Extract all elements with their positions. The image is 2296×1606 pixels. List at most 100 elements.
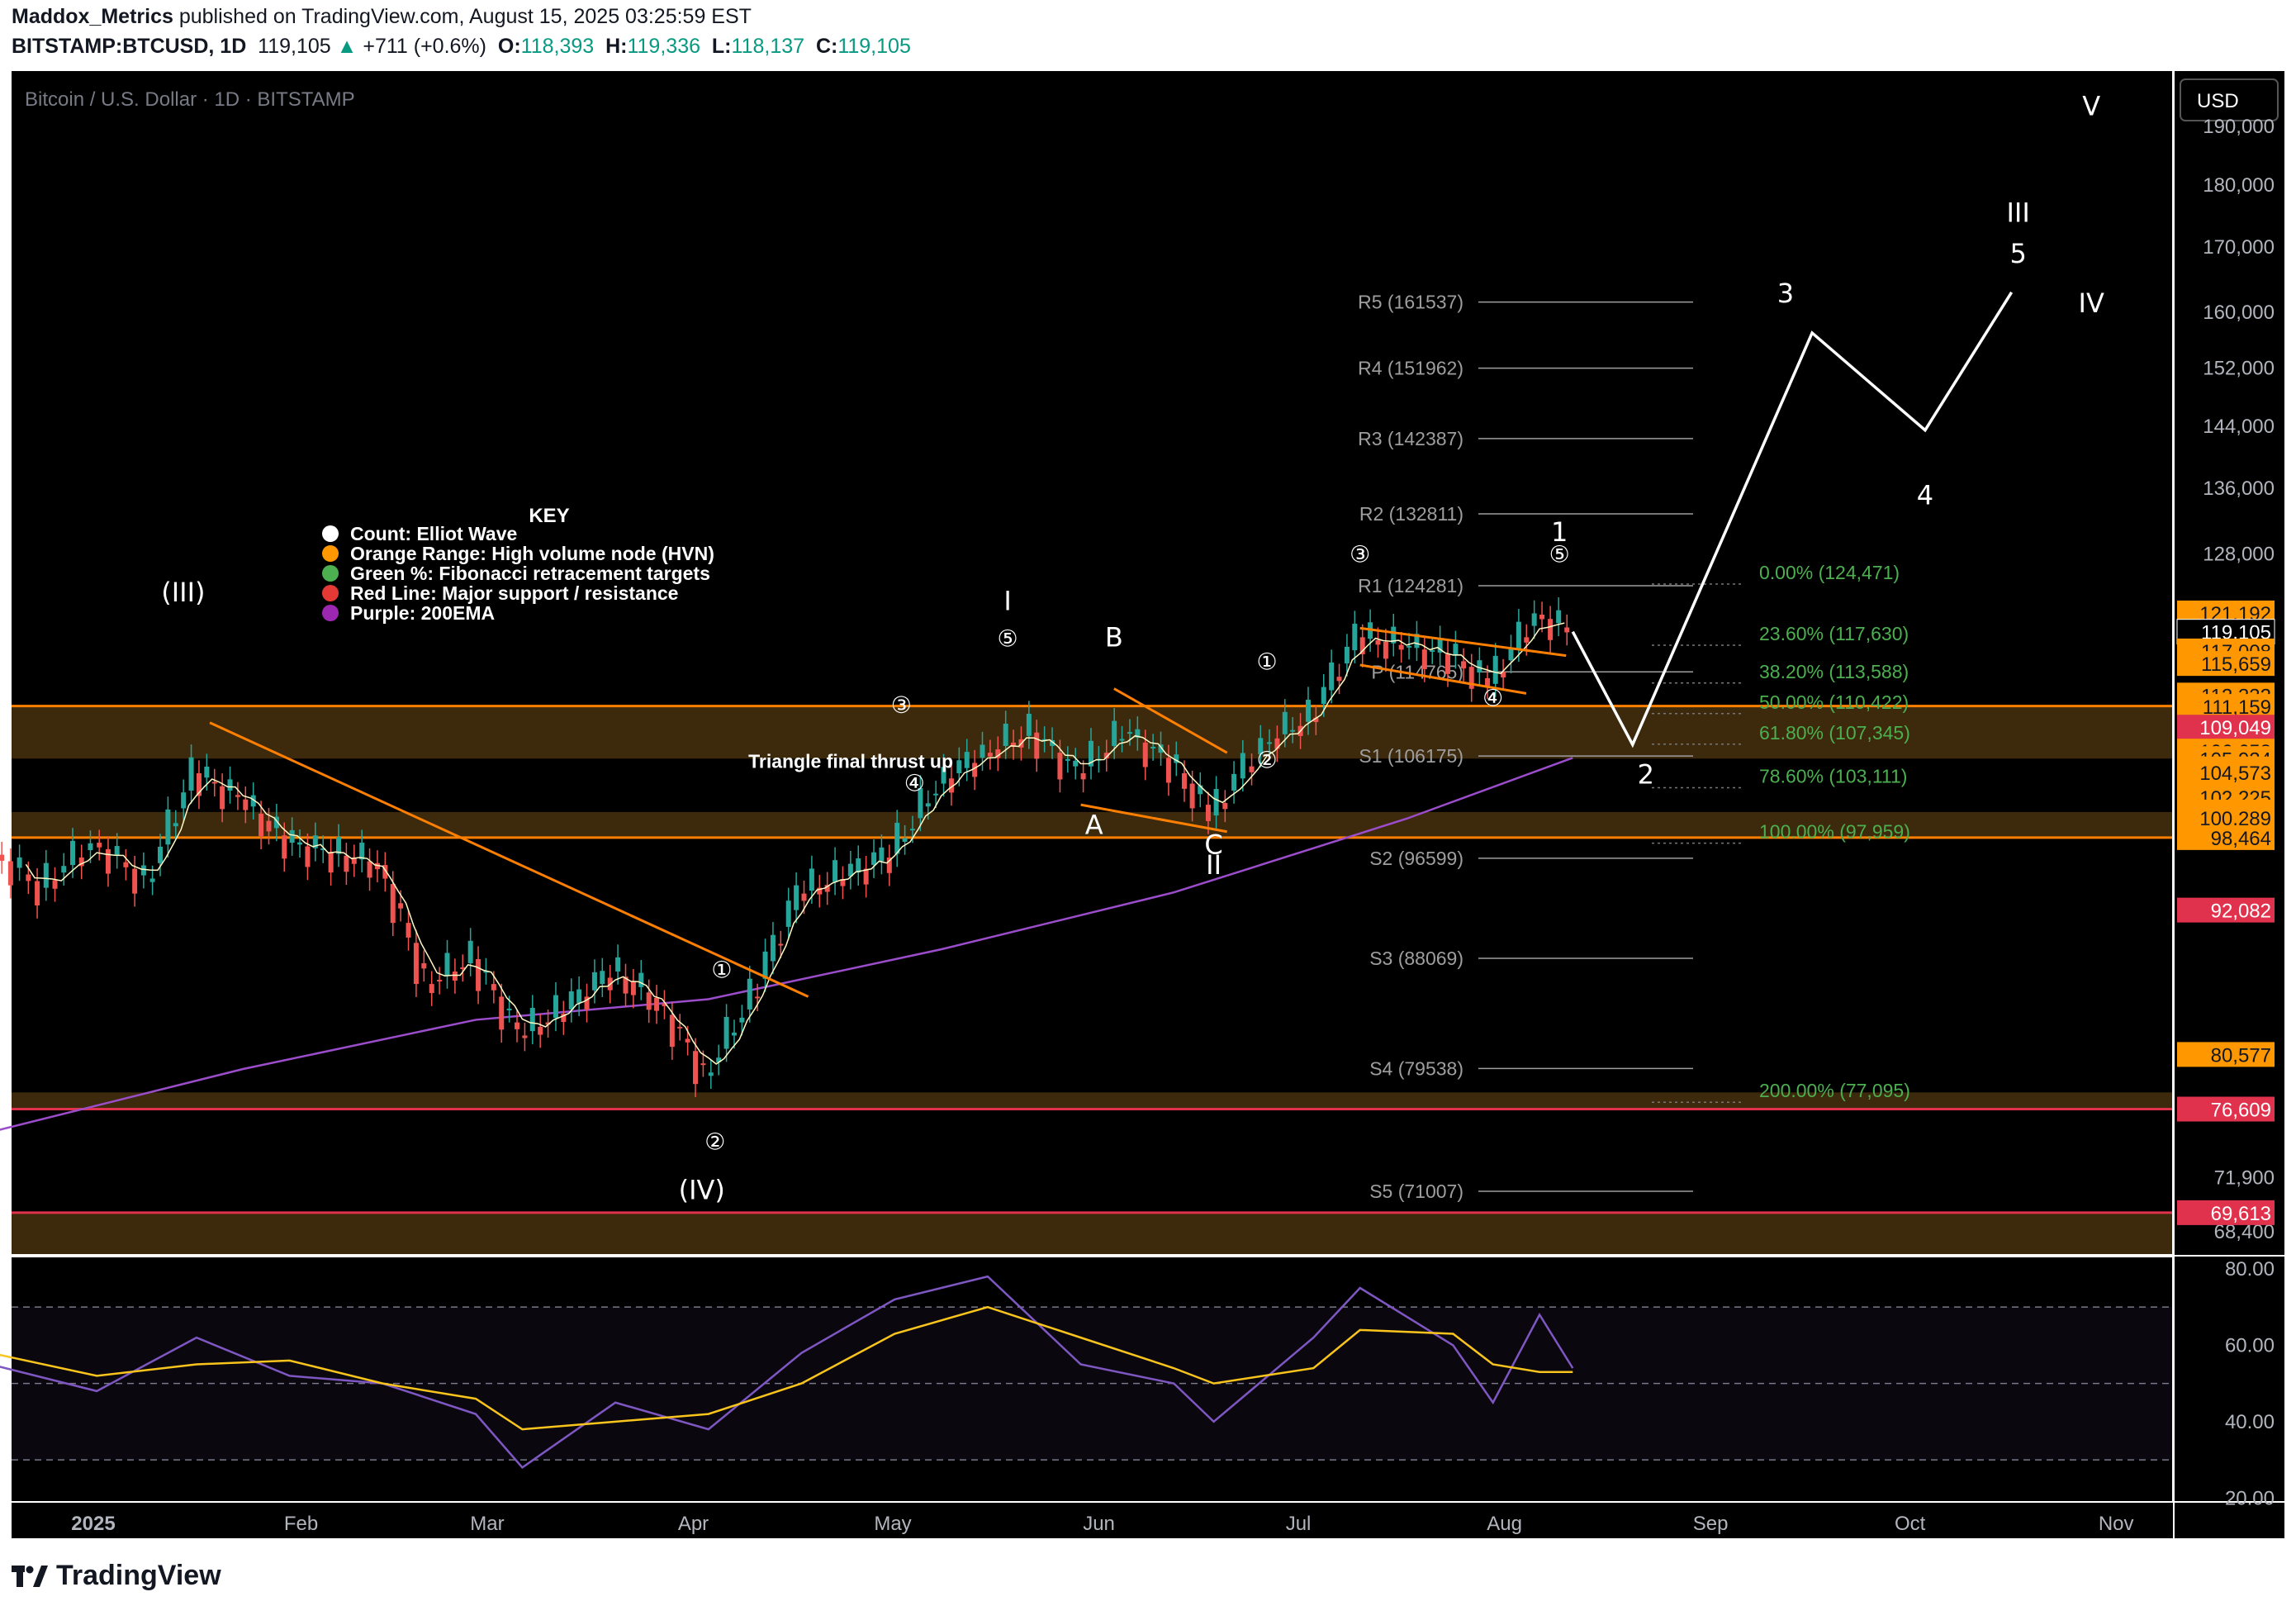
candle-body (476, 958, 481, 991)
candle-body (123, 862, 129, 867)
rsi-band (12, 1307, 2172, 1461)
time-axis[interactable] (12, 1502, 2284, 1538)
candle-body (1531, 613, 1537, 626)
candle-body (149, 878, 155, 882)
price-label-text: 98,464 (2211, 828, 2271, 850)
candle-body (328, 852, 334, 873)
candle-body (235, 795, 240, 797)
time-tick: Jul (1286, 1513, 1312, 1535)
candle-body (755, 996, 761, 999)
subwave-label: ② (704, 1128, 725, 1155)
price-tick: 160,000 (2203, 302, 2275, 324)
candle-body (132, 868, 138, 894)
rsi-tick: 60.00 (2225, 1334, 2275, 1357)
key-item: Red Line: Major support / resistance (350, 582, 678, 604)
wave-label: I (1003, 586, 1011, 617)
candle-body (105, 848, 111, 874)
rsi-tick: 40.00 (2225, 1411, 2275, 1433)
subwave-label: ① (1256, 649, 1277, 676)
candle-body (693, 1051, 699, 1085)
candle-body (762, 951, 768, 979)
candle-body (1003, 723, 1008, 746)
pivot-label: R1 (124281) (1358, 575, 1463, 596)
candle-body (421, 962, 427, 969)
price-tick: 152,000 (2203, 357, 2275, 379)
price-tick: 136,000 (2203, 478, 2275, 500)
candle-body (1080, 772, 1086, 780)
key-dot-icon (322, 605, 339, 621)
candle-body (243, 799, 249, 810)
candle-body (863, 868, 869, 885)
candle-body (700, 1063, 706, 1066)
candle-body (615, 957, 621, 972)
candle-body (1222, 802, 1228, 810)
candle-body (1539, 615, 1545, 620)
candle-body (26, 874, 31, 881)
candle-body (685, 1038, 690, 1043)
candle-body (871, 852, 877, 866)
wave-label: 4 (1917, 479, 1933, 511)
candle-body (1305, 699, 1311, 722)
key-item: Green %: Fibonacci retracement targets (350, 563, 710, 584)
price-label-text: 104,573 (2199, 763, 2271, 785)
pivot-label: S2 (96599) (1369, 848, 1463, 869)
candle-body (964, 752, 970, 768)
candle-body (165, 809, 171, 845)
candle-body (114, 846, 120, 856)
wave-label: 3 (1777, 278, 1794, 309)
wave-label: 2 (1638, 759, 1654, 791)
candle-body (677, 1026, 683, 1029)
candle-body (61, 866, 67, 873)
price-label-text: 69,613 (2211, 1203, 2271, 1225)
subwave-label: ④ (1482, 685, 1503, 712)
candle-body (52, 880, 58, 889)
price-tick: 71,900 (2214, 1167, 2275, 1190)
candle-body (289, 829, 295, 843)
candle-body (437, 980, 443, 982)
price-label-text: 92,082 (2211, 900, 2271, 923)
time-tick: Aug (1487, 1513, 1522, 1535)
candle-body (739, 1017, 745, 1023)
pivot-label: S1 (106175) (1359, 745, 1463, 767)
subwave-label: ① (711, 957, 732, 984)
candle-body (972, 763, 978, 777)
fib-label: 200.00% (77,095) (1759, 1080, 1910, 1101)
candle-body (1329, 662, 1335, 691)
candle-body (909, 829, 915, 831)
candle-body (97, 843, 102, 848)
candle-body (933, 793, 939, 796)
footer-brand[interactable]: TradingView (12, 1560, 221, 1592)
candle-body (204, 766, 210, 778)
pivot-label: R4 (151962) (1358, 358, 1463, 379)
candle-body (1249, 766, 1255, 772)
candle-body (227, 779, 233, 791)
candle-body (1344, 646, 1350, 664)
rsi-tick: 20.00 (2225, 1487, 2275, 1509)
candle-body (785, 900, 791, 927)
fib-label: 0.00% (124,471) (1759, 562, 1900, 583)
key-item: Count: Elliot Wave (350, 523, 517, 544)
candle-body (305, 846, 311, 867)
fib-label: 23.60% (117,630) (1759, 623, 1909, 644)
candle-body (211, 782, 217, 784)
candle-body (1112, 720, 1117, 746)
time-tick: Mar (470, 1513, 504, 1535)
candle-body (1548, 619, 1554, 640)
candle-body (1383, 641, 1388, 659)
pivot-label: R5 (161537) (1358, 292, 1463, 313)
candle-body (902, 838, 908, 842)
candle-body (747, 978, 752, 1010)
candle-body (266, 820, 272, 832)
candle-body (7, 861, 13, 886)
candle-body (0, 854, 5, 861)
price-label-text: 109,049 (2199, 717, 2271, 739)
candle-body (173, 823, 178, 827)
time-tick: Sep (1693, 1513, 1729, 1535)
pivot-label: S5 (71007) (1369, 1181, 1463, 1202)
candle-body (390, 883, 396, 924)
chart-svg[interactable]: Bitcoin / U.S. Dollar · 1D · BITSTAMP USD… (0, 0, 2296, 1606)
candle-body (980, 744, 985, 758)
wave-label: V (2082, 90, 2100, 121)
candle-body (723, 1016, 729, 1049)
candle-body (140, 865, 146, 876)
